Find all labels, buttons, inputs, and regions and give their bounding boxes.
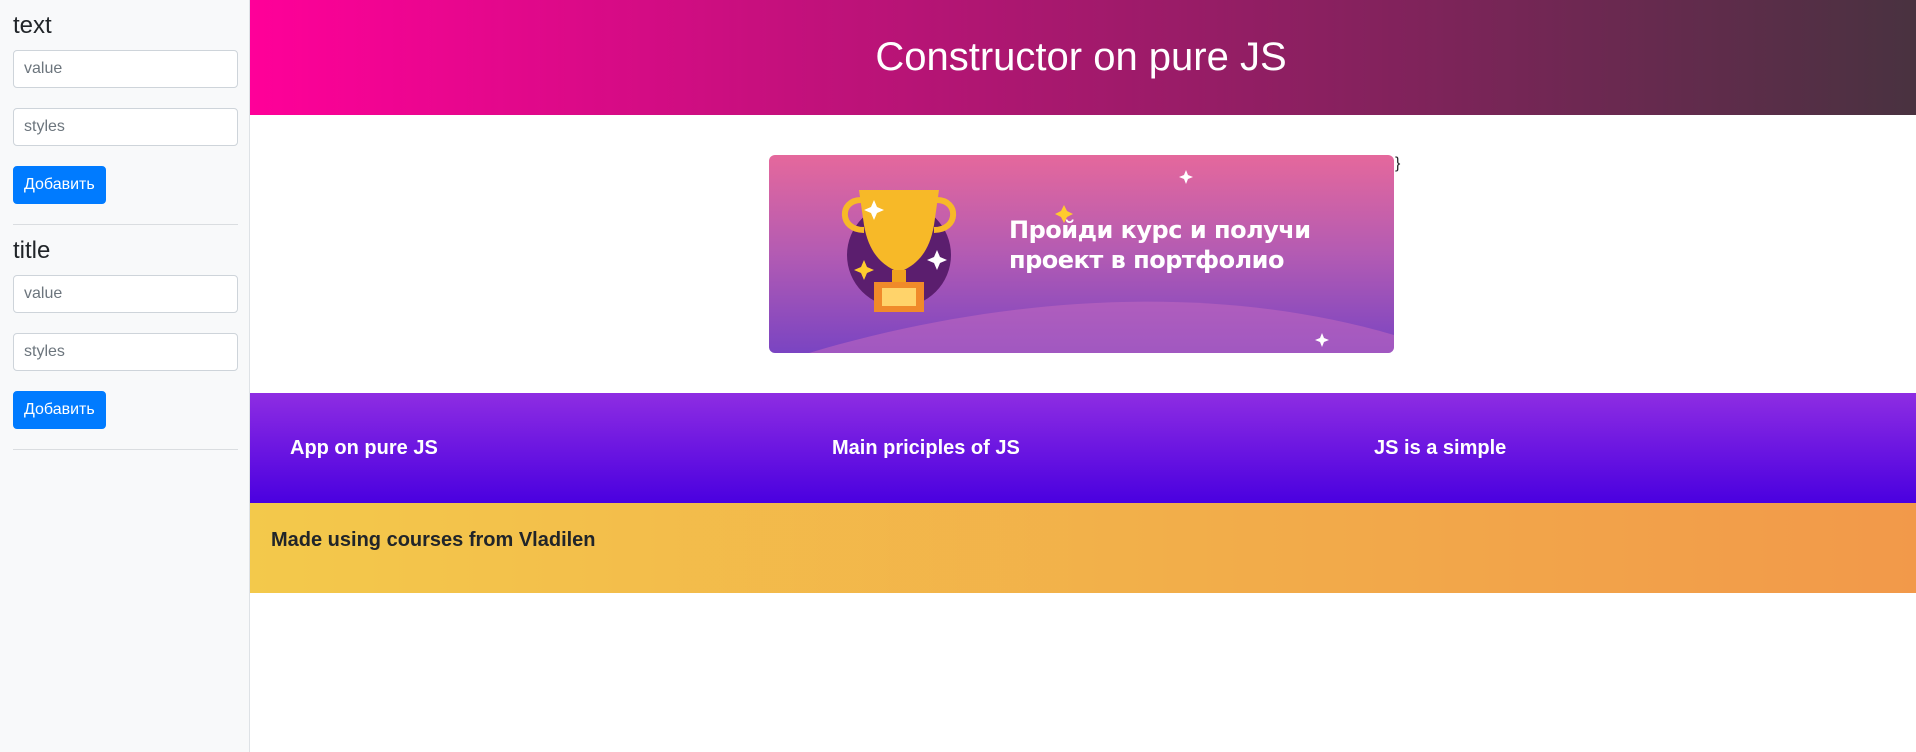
panel-title-title: title (13, 237, 51, 264)
add-button[interactable]: Добавить (13, 166, 106, 204)
footer-block: Made using courses from Vladilen (250, 503, 1916, 593)
banner-caption-line: проект в портфолио (1009, 246, 1284, 274)
banner-caption-line: Пройди курс и получи (1009, 216, 1311, 244)
footer-text: Made using courses from Vladilen (271, 529, 596, 551)
styles-input[interactable] (13, 333, 238, 371)
panel-title-text: text (13, 12, 52, 39)
columns-block: App on pure JS Main priciples of JS JS i… (250, 393, 1916, 503)
sidebar: text Добавить title Добавить (0, 0, 250, 752)
site-preview: Constructor on pure JS Пройди курс и пол… (250, 0, 1916, 752)
column-text: App on pure JS (290, 436, 438, 459)
divider (13, 449, 238, 450)
text-block-form: text Добавить (13, 0, 238, 225)
column-text: Main priciples of JS (832, 436, 1020, 459)
value-input[interactable] (13, 50, 238, 88)
styles-input[interactable] (13, 108, 238, 146)
column-text: JS is a simple (1374, 436, 1507, 459)
add-button[interactable]: Добавить (13, 391, 106, 429)
course-banner-image: Пройди курс и получи проект в портфолио (769, 155, 1394, 353)
image-block: Пройди курс и получи проект в портфолио … (250, 115, 1916, 393)
banner-caption: Пройди курс и получи проект в портфолио (1009, 215, 1349, 275)
value-input[interactable] (13, 275, 238, 313)
header-block: Constructor on pure JS (250, 0, 1916, 115)
stray-text: } (1395, 155, 1401, 172)
title-block-form: title Добавить (13, 225, 238, 450)
page-title: Constructor on pure JS (875, 35, 1287, 79)
